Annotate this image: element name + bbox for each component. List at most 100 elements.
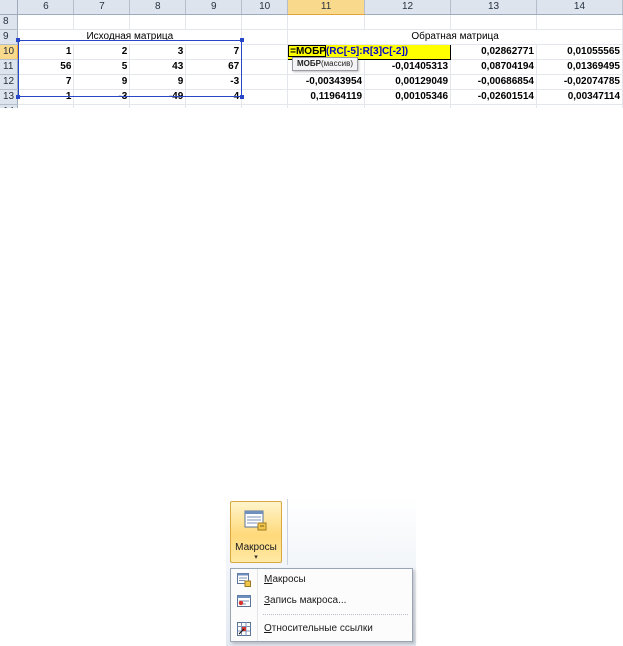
spreadsheet-fragment: 6 7 8 9 10 11 12 13 14 8 9 Исходная матр…: [0, 0, 623, 108]
menu-label-rest: апись макроса...: [270, 595, 347, 606]
cell[interactable]: [287, 14, 366, 30]
cell[interactable]: [364, 14, 452, 30]
macros-button[interactable]: Макросы ▾: [230, 501, 282, 563]
row-header[interactable]: 13: [0, 89, 19, 105]
column-header[interactable]: 8: [129, 0, 187, 15]
source-cell[interactable]: 3: [129, 44, 187, 60]
cell[interactable]: [129, 14, 187, 30]
column-header[interactable]: 12: [364, 0, 452, 15]
menu-item-relative-references[interactable]: Относительные ссылки: [231, 619, 412, 639]
column-header[interactable]: 10: [241, 0, 289, 15]
cell[interactable]: [185, 104, 243, 108]
inverse-cell[interactable]: 0,11964119: [287, 89, 366, 105]
row-header[interactable]: 11: [0, 59, 19, 75]
inverse-cell[interactable]: 0,00105346: [364, 89, 452, 105]
formula-range-ref: (RC[-5]:R[3]C[-2]): [325, 45, 409, 57]
source-matrix-caption[interactable]: Исходная матрица: [17, 29, 243, 45]
inverse-cell[interactable]: 0,01055565: [536, 44, 623, 60]
record-macro-icon: [237, 595, 251, 607]
macros-dropdown-menu: Макросы Запись макроса... Относительные …: [230, 568, 413, 642]
source-cell[interactable]: -49: [129, 89, 187, 105]
source-cell[interactable]: 4: [185, 89, 243, 105]
cell[interactable]: [129, 104, 187, 108]
inverse-cell[interactable]: -0,02074785: [536, 74, 623, 90]
source-cell[interactable]: -3: [185, 74, 243, 90]
menu-label-rest: тносительные ссылки: [271, 623, 373, 634]
row-header[interactable]: 8: [0, 14, 19, 30]
cell[interactable]: [185, 14, 243, 30]
column-header-active[interactable]: 11: [287, 0, 366, 15]
cell[interactable]: [17, 14, 75, 30]
source-cell[interactable]: 67: [185, 59, 243, 75]
formula-function: =МОБР: [290, 45, 326, 57]
inverse-cell[interactable]: 0,08704194: [450, 59, 537, 75]
source-cell[interactable]: 9: [129, 74, 187, 90]
source-cell[interactable]: 5: [73, 59, 131, 75]
formula-text[interactable]: =МОБР(RC[-5]:R[3]C[-2]): [290, 46, 408, 57]
source-cell[interactable]: 1: [17, 44, 75, 60]
inverse-cell[interactable]: -0,01405313: [364, 59, 452, 75]
tooltip-function-name[interactable]: МОБР: [297, 59, 321, 68]
macros-icon: [244, 510, 267, 531]
sheet-row: 14: [0, 104, 623, 108]
column-header-row: 6 7 8 9 10 11 12 13 14: [0, 0, 623, 15]
menu-item-label: Относительные ссылки: [264, 623, 373, 634]
column-header[interactable]: 7: [73, 0, 131, 15]
row-header-active[interactable]: 10: [0, 44, 19, 60]
inverse-cell[interactable]: -0,00686854: [450, 74, 537, 90]
cell[interactable]: [241, 29, 289, 45]
column-header[interactable]: 9: [185, 0, 243, 15]
source-cell[interactable]: 2: [73, 44, 131, 60]
macro-list-icon: [237, 573, 251, 587]
inverse-cell[interactable]: 0,02862771: [450, 44, 537, 60]
cell[interactable]: [241, 89, 289, 105]
inverse-cell[interactable]: -0,02601514: [450, 89, 537, 105]
source-cell[interactable]: 7: [17, 74, 75, 90]
cell[interactable]: [287, 104, 366, 108]
inverse-cell[interactable]: 0,01369495: [536, 59, 623, 75]
source-cell[interactable]: 9: [73, 74, 131, 90]
cell[interactable]: [450, 14, 537, 30]
inverse-cell[interactable]: -0,00343954: [287, 74, 366, 90]
column-header[interactable]: 14: [536, 0, 623, 15]
sheet-row: 8: [0, 14, 623, 30]
source-cell[interactable]: 1: [17, 89, 75, 105]
cell[interactable]: [536, 104, 623, 108]
inverse-cell[interactable]: 0,00347114: [536, 89, 623, 105]
cell[interactable]: [17, 104, 75, 108]
cell[interactable]: [536, 14, 623, 30]
chevron-down-icon: ▾: [254, 554, 258, 561]
source-cell[interactable]: -3: [73, 89, 131, 105]
inverse-cell[interactable]: 0,00129049: [364, 74, 452, 90]
function-arguments-tooltip[interactable]: МОБР(массив): [292, 57, 358, 71]
select-all-corner[interactable]: [0, 0, 19, 15]
cell[interactable]: [241, 59, 289, 75]
cell[interactable]: [450, 104, 537, 108]
cell[interactable]: [73, 104, 131, 108]
cell[interactable]: [241, 14, 289, 30]
source-cell[interactable]: 7: [185, 44, 243, 60]
row-header[interactable]: 12: [0, 74, 19, 90]
cell[interactable]: [73, 14, 131, 30]
menu-label-rest: акросы: [272, 574, 306, 585]
menu-item-record-macro[interactable]: Запись макроса...: [231, 591, 412, 611]
column-header[interactable]: 6: [17, 0, 75, 15]
sheet-row: 12 7 9 9 -3 -0,00343954 0,00129049 -0,00…: [0, 74, 623, 90]
menu-accelerator: О: [264, 623, 272, 634]
source-cell[interactable]: 56: [17, 59, 75, 75]
menu-item-label: Запись макроса...: [264, 595, 346, 606]
tooltip-argument: (массив): [320, 59, 353, 68]
row-header[interactable]: 9: [0, 29, 19, 45]
cell[interactable]: [241, 104, 289, 108]
inverse-matrix-caption[interactable]: Обратная матрица: [287, 29, 623, 45]
menu-divider: [263, 614, 408, 615]
menu-item-macros[interactable]: Макросы: [231, 570, 412, 590]
worksheet-grid: 6 7 8 9 10 11 12 13 14 8 9 Исходная матр…: [0, 0, 623, 108]
menu-item-label: Макросы: [264, 574, 306, 585]
cell[interactable]: [241, 74, 289, 90]
row-header[interactable]: 14: [0, 104, 19, 108]
column-header[interactable]: 13: [450, 0, 537, 15]
source-cell[interactable]: 43: [129, 59, 187, 75]
cell[interactable]: [364, 104, 452, 108]
cell[interactable]: [241, 44, 289, 60]
